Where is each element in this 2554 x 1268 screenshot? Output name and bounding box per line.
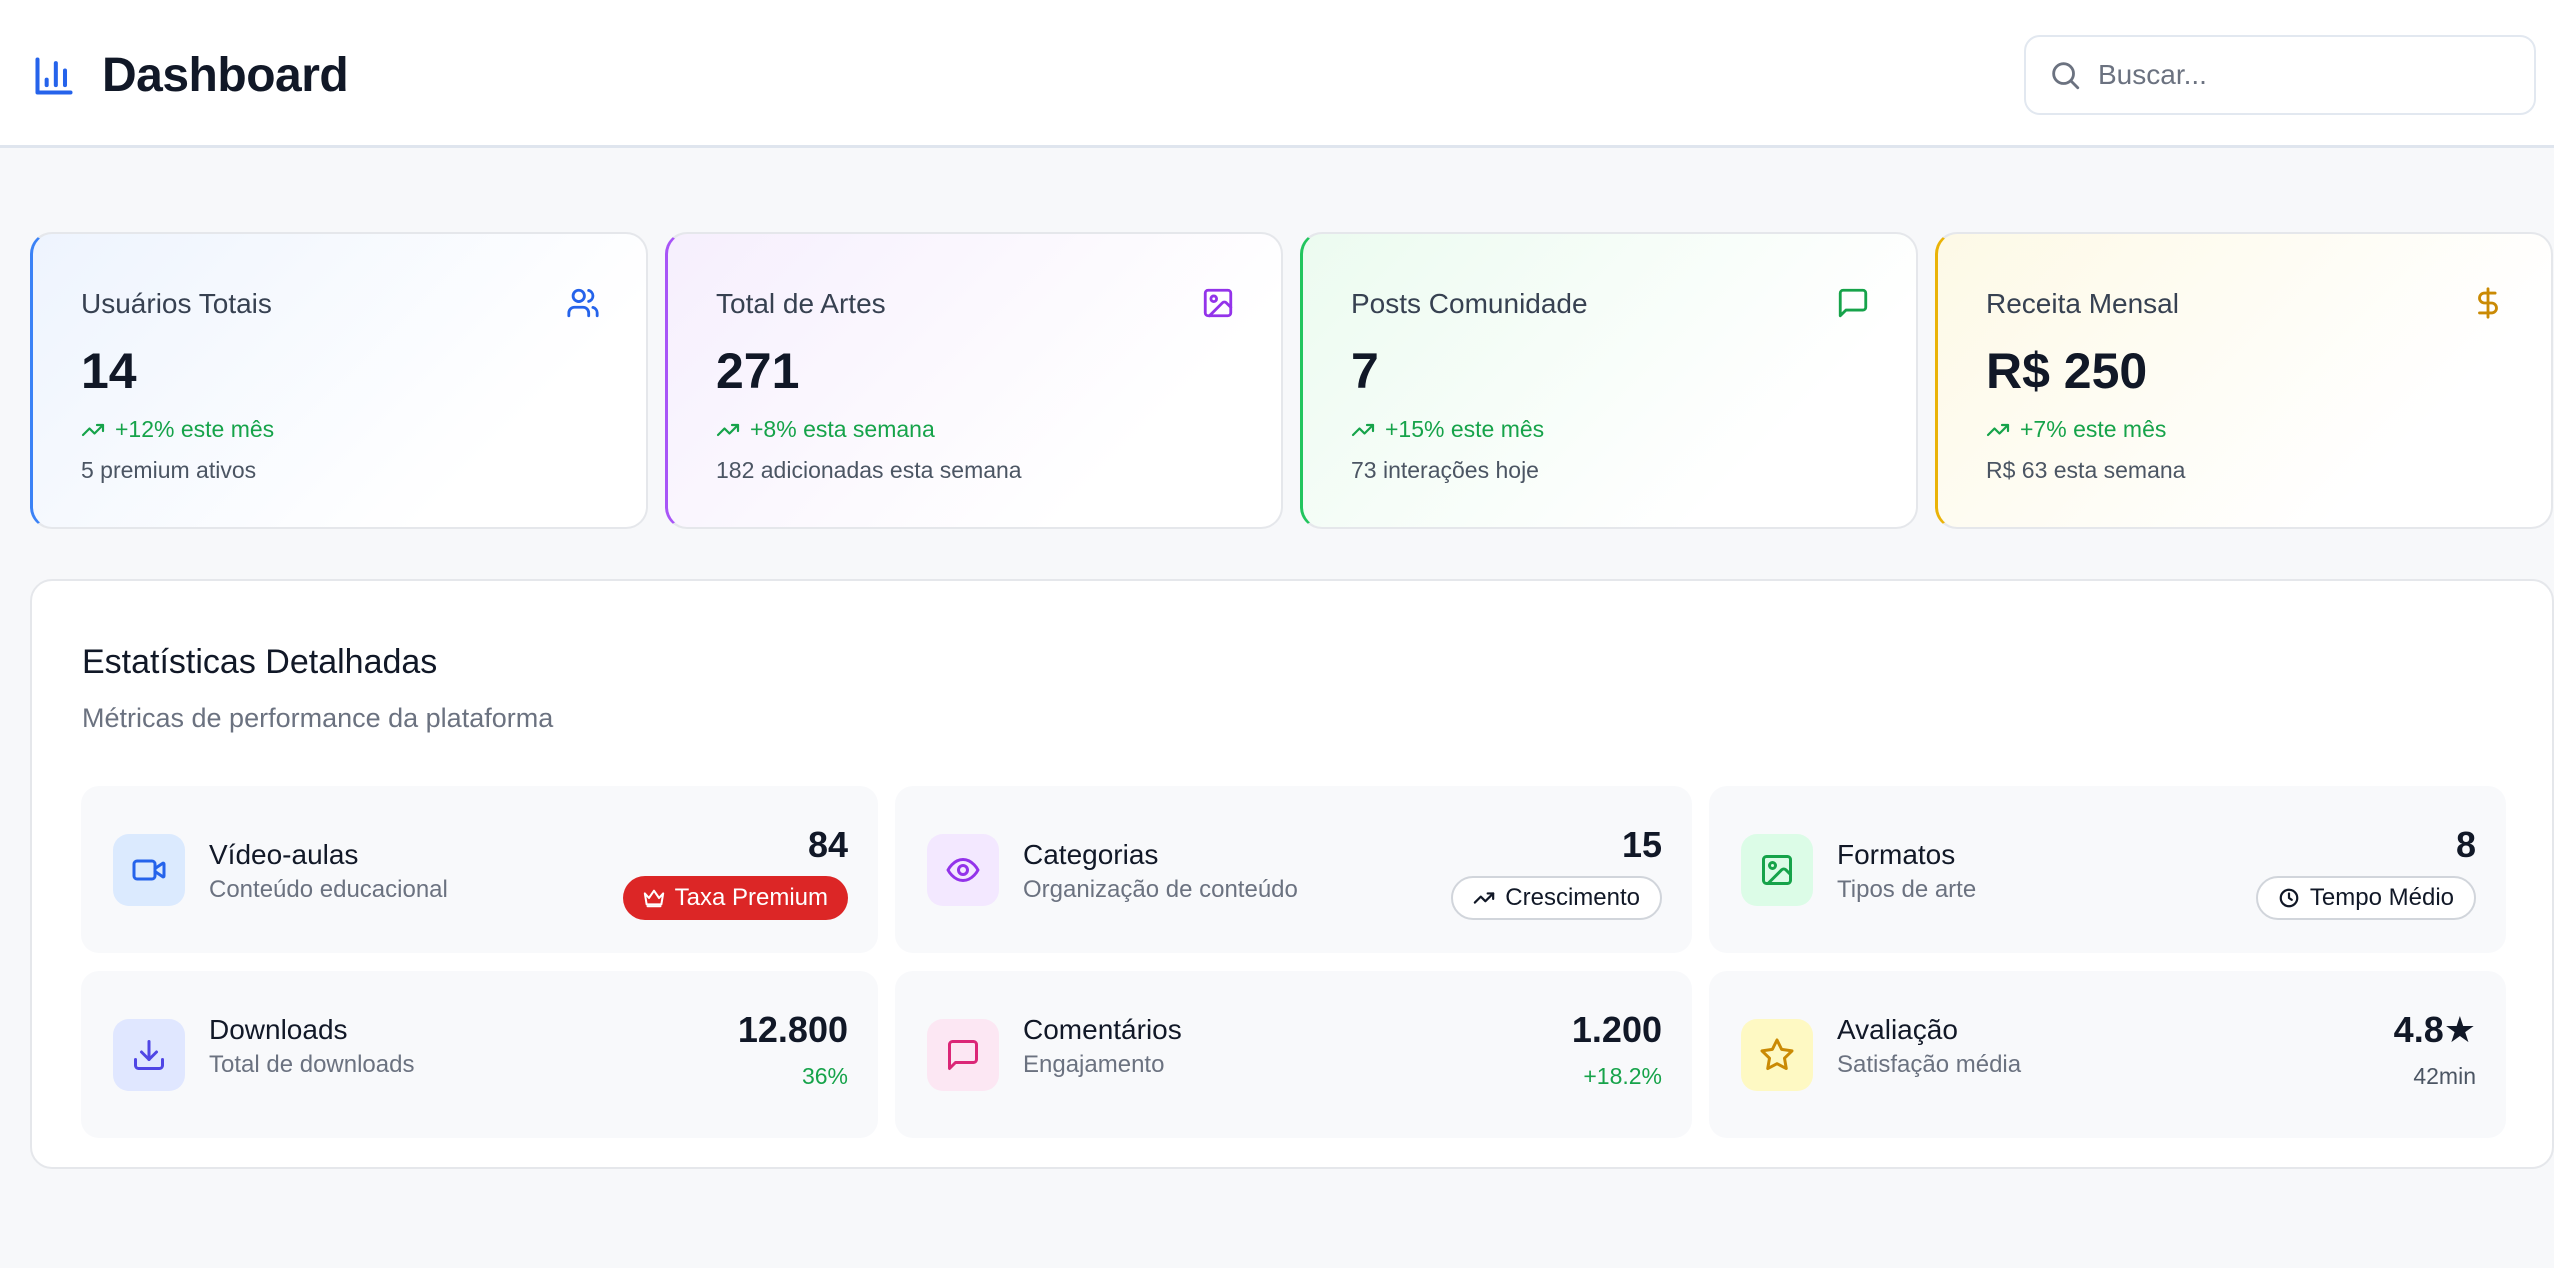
bar-chart-icon — [32, 54, 76, 98]
top-header: Dashboard — [0, 0, 2554, 148]
trending-up-icon — [1473, 887, 1505, 909]
metric-value: 12.800 — [737, 1009, 848, 1050]
metric-subtitle: Total de downloads — [209, 1051, 415, 1078]
stat-trend-text: +8% esta semana — [750, 416, 935, 442]
metric-title: Comentários — [1023, 1014, 1182, 1045]
search-input[interactable] — [2098, 59, 2498, 91]
metric-formatos: Formatos Tipos de arte 8 Tempo Médio — [1709, 786, 2506, 953]
dollar-sign-icon — [2471, 286, 2505, 320]
metric-subtitle: Organização de conteúdo — [1023, 876, 1298, 903]
stat-subtext: 5 premium ativos — [81, 457, 257, 483]
stat-trend: +15% este mês — [1351, 416, 1868, 443]
trending-up-icon — [716, 418, 740, 442]
image-icon — [1201, 286, 1235, 320]
metric-title: Avaliação — [1837, 1014, 1958, 1045]
metric-icon-box — [1741, 833, 1813, 906]
crown-icon — [643, 887, 675, 909]
metric-comentarios: Comentários Engajamento 1.200 +18.2% — [895, 971, 1692, 1138]
image-icon — [1759, 852, 1795, 888]
stat-card-usuarios: Usuários Totais 14 +12% este mês 5 premi… — [30, 232, 648, 529]
message-square-icon — [945, 1037, 981, 1073]
metric-downloads: Downloads Total de downloads 12.800 36% — [81, 971, 878, 1138]
page-title: Dashboard — [102, 49, 349, 102]
stat-card-artes: Total de Artes 271 +8% esta semana 182 a… — [665, 232, 1283, 529]
stat-card-receita: Receita Mensal R$ 250 +7% este mês R$ 63… — [1935, 232, 2553, 529]
metric-icon-box — [113, 1018, 185, 1091]
stat-trend-text: +7% este mês — [2020, 416, 2167, 442]
badge-label: Tempo Médio — [2309, 884, 2454, 911]
metric-delta: +18.2% — [1583, 1063, 1662, 1089]
section-title: Estatísticas Detalhadas — [82, 643, 438, 681]
stat-trend: +12% este mês — [81, 416, 598, 443]
metric-value: 8 — [2455, 824, 2476, 865]
stat-subtext: R$ 63 esta semana — [1986, 457, 2186, 483]
metric-avaliacao: Avaliação Satisfação média 4.8★ 42min — [1709, 971, 2506, 1138]
metric-value: 4.8★ — [2393, 1009, 2476, 1050]
clock-icon — [2278, 887, 2310, 909]
metric-value: 15 — [1621, 824, 1662, 865]
message-square-icon — [1836, 286, 1870, 320]
stat-label: Total de Artes — [716, 288, 886, 319]
metric-subtitle: Tipos de arte — [1837, 876, 1977, 903]
avg-time-badge: Tempo Médio — [2255, 876, 2476, 920]
metric-icon-box — [1741, 1018, 1813, 1091]
stat-trend: +7% este mês — [1986, 416, 2503, 443]
metric-icon-box — [927, 1018, 999, 1091]
stat-label: Usuários Totais — [81, 288, 272, 319]
stat-value: 7 — [1351, 343, 1379, 399]
trending-up-icon — [1351, 418, 1375, 442]
search-icon — [2048, 58, 2082, 92]
metric-icon-box — [927, 833, 999, 906]
metric-title: Downloads — [209, 1014, 348, 1045]
metric-title: Formatos — [1837, 839, 1956, 870]
search-box[interactable] — [2024, 35, 2536, 115]
metric-title: Vídeo-aulas — [209, 839, 359, 870]
stat-subtext: 73 interações hoje — [1351, 457, 1539, 483]
trending-up-icon — [1986, 418, 2010, 442]
users-icon — [566, 286, 600, 320]
metric-subtitle: Conteúdo educacional — [209, 876, 448, 903]
brand: Dashboard — [32, 48, 349, 103]
metric-value: 84 — [807, 824, 848, 865]
metric-value: 1.200 — [1571, 1009, 1662, 1050]
detailed-stats-panel: Estatísticas Detalhadas Métricas de perf… — [30, 579, 2554, 1169]
badge-label: Crescimento — [1505, 884, 1640, 911]
stat-trend: +8% esta semana — [716, 416, 1233, 443]
stat-label: Posts Comunidade — [1351, 288, 1588, 319]
eye-icon — [945, 852, 981, 888]
stat-value: 271 — [716, 343, 800, 399]
badge-label: Taxa Premium — [674, 884, 828, 911]
trending-up-icon — [81, 418, 105, 442]
stat-card-posts: Posts Comunidade 7 +15% este mês 73 inte… — [1300, 232, 1918, 529]
stat-value: 14 — [81, 343, 137, 399]
growth-badge: Crescimento — [1451, 876, 1662, 920]
metric-subtitle: Engajamento — [1023, 1051, 1165, 1078]
metric-delta: 42min — [2413, 1063, 2476, 1089]
stat-subtext: 182 adicionadas esta semana — [716, 457, 1022, 483]
metric-video-aulas: Vídeo-aulas Conteúdo educacional 84 Taxa… — [81, 786, 878, 953]
stat-trend-text: +15% este mês — [1385, 416, 1545, 442]
metric-delta: 36% — [801, 1063, 848, 1089]
star-icon — [1759, 1037, 1795, 1073]
video-icon — [131, 852, 167, 888]
premium-badge: Taxa Premium — [622, 876, 848, 920]
stat-trend-text: +12% este mês — [115, 416, 275, 442]
download-icon — [131, 1037, 167, 1073]
stat-value: R$ 250 — [1986, 343, 2148, 399]
metric-icon-box — [113, 833, 185, 906]
metric-categorias: Categorias Organização de conteúdo 15 Cr… — [895, 786, 1692, 953]
stat-label: Receita Mensal — [1986, 288, 2179, 319]
metric-title: Categorias — [1023, 839, 1159, 870]
section-subtitle: Métricas de performance da plataforma — [82, 703, 554, 733]
metric-subtitle: Satisfação média — [1837, 1051, 2022, 1078]
